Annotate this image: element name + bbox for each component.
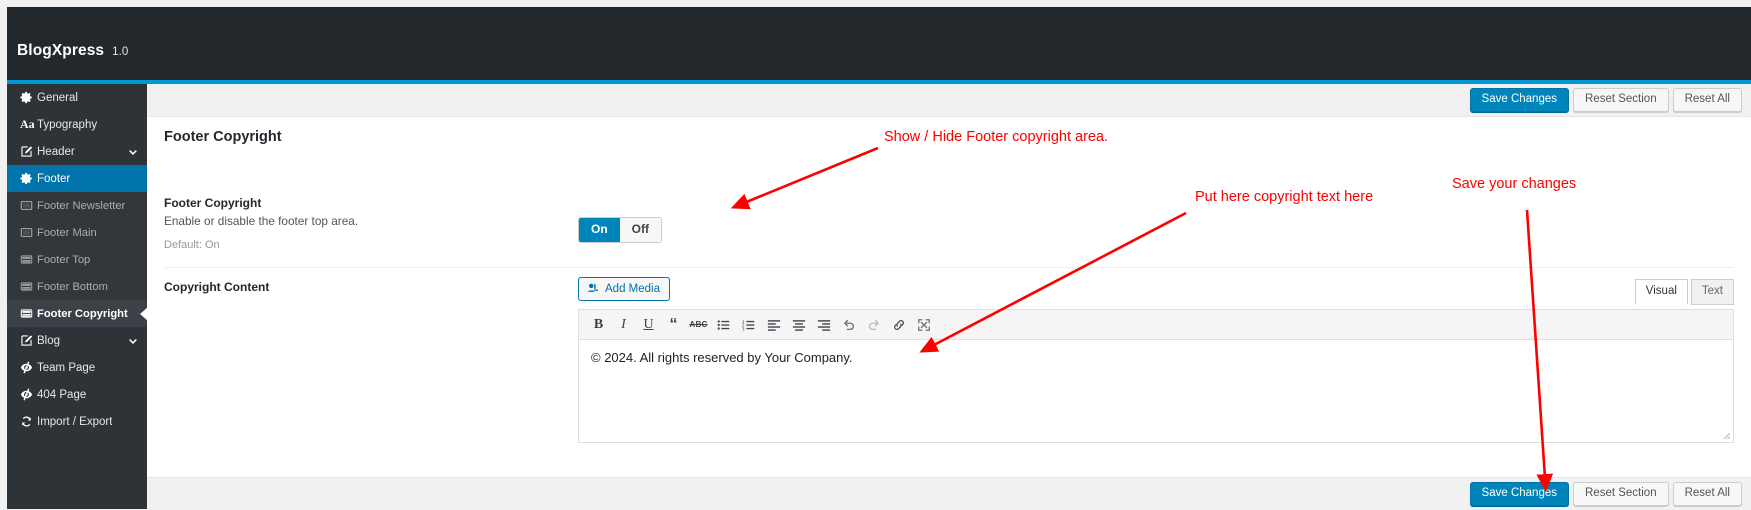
sidebar-nav: General Aa Typography Header Footer Footer Ne… — [7, 84, 147, 509]
panel-footer-bar: Save Changes Reset Section Reset All — [147, 477, 1751, 510]
sidebar-item-label: Footer Top — [37, 253, 91, 266]
refresh-icon — [20, 415, 37, 428]
add-media-button[interactable]: Add Media — [578, 277, 670, 301]
sidebar-item-typography[interactable]: Aa Typography — [7, 111, 147, 138]
footer-copyright-label: Footer Copyright — [164, 196, 262, 210]
sidebar-item-footer-main[interactable]: Footer Main — [7, 219, 147, 246]
sidebar-item-team-page[interactable]: Team Page — [7, 354, 147, 381]
reset-all-button-bottom[interactable]: Reset All — [1672, 482, 1742, 506]
copyright-content-label: Copyright Content — [164, 280, 270, 294]
chevron-down-icon[interactable] — [128, 336, 138, 346]
brand-title: BlogXpress 1.0 — [17, 42, 128, 60]
align-left-icon[interactable] — [762, 313, 785, 336]
section-title: Footer Copyright — [164, 129, 282, 145]
top-bar: BlogXpress 1.0 — [7, 7, 1751, 80]
save-changes-button-bottom[interactable]: Save Changes — [1469, 482, 1569, 506]
reset-section-button-bottom[interactable]: Reset Section — [1573, 482, 1669, 506]
italic-icon[interactable]: I — [612, 313, 635, 336]
layout-top-icon — [20, 307, 37, 320]
layout-top-icon — [20, 280, 37, 293]
editor-body-text: © 2024. All rights reserved by Your Comp… — [591, 350, 853, 365]
typography-icon: Aa — [20, 117, 35, 132]
sidebar-item-label: Typography — [37, 118, 98, 131]
brand-version: 1.0 — [112, 46, 129, 58]
sidebar-item-footer-bottom[interactable]: Footer Bottom — [7, 273, 147, 300]
footer-copyright-toggle[interactable]: On Off — [578, 217, 662, 244]
align-center-icon[interactable] — [787, 313, 810, 336]
toggle-on-button[interactable]: On — [579, 218, 620, 243]
redo-icon[interactable] — [862, 313, 885, 336]
sidebar-item-footer-copyright[interactable]: Footer Copyright — [7, 300, 147, 327]
editor-box: B I U “ABC 1 2 3 © 2024. All rights reserved b… — [578, 309, 1734, 443]
bulleted-list-icon[interactable] — [712, 313, 735, 336]
undo-icon[interactable] — [837, 313, 860, 336]
sidebar-item-blog[interactable]: Blog — [7, 327, 147, 354]
pencil-square-icon — [20, 145, 37, 158]
layout-top-icon — [20, 253, 37, 266]
sidebar-item-label: Footer Newsletter — [37, 199, 126, 212]
reset-section-button-top[interactable]: Reset Section — [1573, 88, 1669, 112]
reset-all-button-top[interactable]: Reset All — [1672, 88, 1742, 112]
gear-icon — [20, 91, 37, 104]
sidebar-item-label: Footer Main — [37, 226, 97, 239]
window-icon — [20, 226, 37, 239]
sidebar-item-header[interactable]: Header — [7, 138, 147, 165]
chevron-down-icon[interactable] — [128, 147, 138, 157]
settings-content: Footer Copyright Footer Copyright Enable… — [147, 117, 1751, 477]
add-media-label: Add Media — [605, 282, 660, 295]
fullscreen-icon[interactable] — [912, 313, 935, 336]
sidebar-item-label: General — [37, 91, 78, 104]
field-divider — [164, 267, 1734, 268]
numbered-list-icon[interactable]: 123 — [737, 313, 760, 336]
toggle-off-button[interactable]: Off — [619, 218, 661, 243]
sidebar-item-footer[interactable]: Footer — [7, 165, 147, 192]
footer-copyright-description: Enable or disable the footer top area. — [164, 214, 359, 228]
editor-mode-tabs: Visual Text — [1632, 279, 1734, 305]
sidebar-item-404-page[interactable]: 404 Page — [7, 381, 147, 408]
main-panel: Save Changes Reset Section Reset All Foo… — [147, 84, 1751, 510]
sidebar-item-label: Import / Export — [37, 415, 113, 428]
save-changes-button-top[interactable]: Save Changes — [1469, 88, 1569, 112]
pencil-square-icon — [20, 334, 37, 347]
header-action-buttons: Save Changes Reset Section Reset All — [1469, 88, 1742, 112]
underline-icon[interactable]: U — [637, 313, 660, 336]
blockquote-icon[interactable]: “ — [662, 313, 685, 336]
window-icon — [20, 199, 37, 212]
sidebar-item-label: Footer Copyright — [37, 307, 128, 320]
sidebar-item-general[interactable]: General — [7, 84, 147, 111]
editor-toolbar: B I U “ABC 1 2 3 — [579, 310, 1733, 340]
align-right-icon[interactable] — [812, 313, 835, 336]
sidebar-item-label: Header — [37, 145, 75, 158]
brand-name: BlogXpress — [17, 42, 105, 59]
eye-slash-icon — [20, 361, 37, 374]
panel-header-bar: Save Changes Reset Section Reset All — [147, 84, 1751, 117]
tab-text[interactable]: Text — [1690, 279, 1734, 305]
app-window: BlogXpress 1.0 General Aa Typography Header F… — [0, 0, 1751, 510]
footer-action-buttons: Save Changes Reset Section Reset All — [1469, 482, 1742, 506]
sidebar-item-label: 404 Page — [37, 388, 87, 401]
sidebar-item-label: Team Page — [37, 361, 96, 374]
strikethrough-icon[interactable]: ABC — [687, 313, 710, 336]
bold-icon[interactable]: B — [587, 313, 610, 336]
tab-visual[interactable]: Visual — [1634, 279, 1688, 305]
footer-copyright-default: Default: On — [164, 239, 220, 251]
eye-slash-icon — [20, 388, 37, 401]
gear-icon — [20, 172, 37, 185]
sidebar-item-footer-newsletter[interactable]: Footer Newsletter — [7, 192, 147, 219]
editor-resize-handle[interactable] — [1721, 430, 1731, 440]
sidebar-item-label: Footer Bottom — [37, 280, 108, 293]
sidebar-item-footer-top[interactable]: Footer Top — [7, 246, 147, 273]
sidebar-item-label: Footer — [37, 172, 71, 185]
link-icon[interactable] — [887, 313, 910, 336]
sidebar-item-import-export[interactable]: Import / Export — [7, 408, 147, 435]
sidebar-item-label: Blog — [37, 334, 61, 347]
media-icon — [587, 282, 600, 295]
svg-text:3: 3 — [742, 326, 745, 331]
editor-text-area[interactable]: © 2024. All rights reserved by Your Comp… — [579, 340, 1733, 442]
